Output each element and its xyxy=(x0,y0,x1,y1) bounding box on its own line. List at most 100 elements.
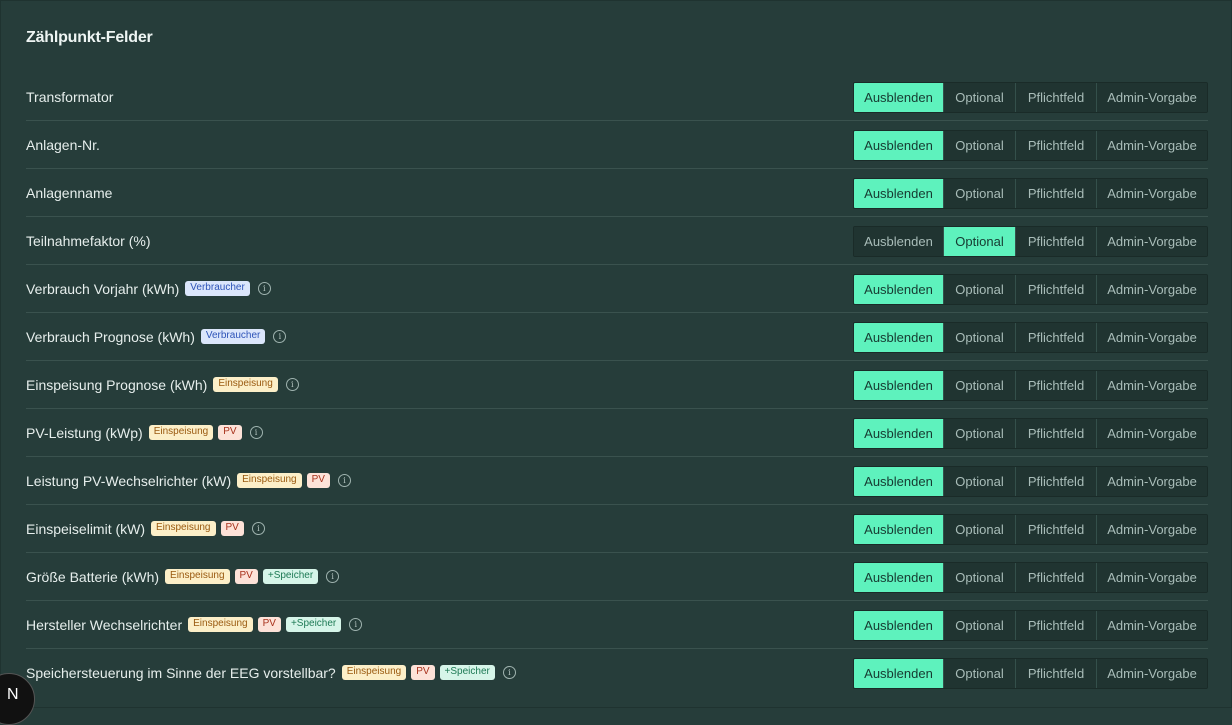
field-label-text: Teilnahmefaktor (%) xyxy=(26,232,151,249)
option-pflichtfeld[interactable]: Pflichtfeld xyxy=(1015,419,1096,448)
option-admin-vorgabe[interactable]: Admin-Vorgabe xyxy=(1096,323,1207,352)
option-ausblenden[interactable]: Ausblenden xyxy=(854,227,943,256)
option-pflichtfeld[interactable]: Pflichtfeld xyxy=(1015,467,1096,496)
info-icon[interactable]: i xyxy=(349,618,363,631)
option-optional[interactable]: Optional xyxy=(943,371,1015,400)
option-ausblenden[interactable]: Ausblenden xyxy=(854,131,943,160)
option-ausblenden[interactable]: Ausblenden xyxy=(854,467,943,496)
option-optional[interactable]: Optional xyxy=(943,611,1015,640)
info-icon[interactable]: i xyxy=(285,378,299,391)
option-ausblenden[interactable]: Ausblenden xyxy=(854,275,943,304)
field-label: Leistung PV-Wechselrichter (kW) Einspeis… xyxy=(26,473,351,489)
option-optional[interactable]: Optional xyxy=(943,659,1015,688)
field-label: Transformator xyxy=(26,89,119,105)
field-label-text: Einspeiselimit (kW) xyxy=(26,520,146,537)
visibility-segmented-control: Ausblenden Optional Pflichtfeld Admin-Vo… xyxy=(853,418,1208,449)
field-row: PV-Leistung (kWp) Einspeisung PV i Ausbl… xyxy=(26,409,1208,457)
field-row: Einspeiselimit (kW) Einspeisung PV i Aus… xyxy=(26,505,1208,553)
option-admin-vorgabe[interactable]: Admin-Vorgabe xyxy=(1096,371,1207,400)
field-label: Verbrauch Prognose (kWh) Verbraucher i xyxy=(26,328,287,345)
badge-einspeisung: Einspeisung xyxy=(237,473,302,488)
option-pflichtfeld[interactable]: Pflichtfeld xyxy=(1015,227,1096,256)
option-pflichtfeld[interactable]: Pflichtfeld xyxy=(1015,275,1096,304)
option-pflichtfeld[interactable]: Pflichtfeld xyxy=(1015,83,1096,112)
option-admin-vorgabe[interactable]: Admin-Vorgabe xyxy=(1096,419,1207,448)
option-optional[interactable]: Optional xyxy=(943,563,1015,592)
option-admin-vorgabe[interactable]: Admin-Vorgabe xyxy=(1096,659,1207,688)
option-optional[interactable]: Optional xyxy=(943,467,1015,496)
option-optional[interactable]: Optional xyxy=(943,275,1015,304)
info-icon[interactable]: i xyxy=(257,282,271,295)
badge-speicher: +Speicher xyxy=(285,617,342,632)
field-label-text: Verbrauch Prognose (kWh) xyxy=(26,328,195,345)
field-list: Transformator Ausblenden Optional Pflich… xyxy=(26,73,1208,696)
field-label-text: Speichersteuerung im Sinne der EEG vorst… xyxy=(26,664,336,681)
option-pflichtfeld[interactable]: Pflichtfeld xyxy=(1015,371,1096,400)
info-icon[interactable]: i xyxy=(273,330,287,343)
badge-einspeisung: Einspeisung xyxy=(188,617,253,632)
option-ausblenden[interactable]: Ausblenden xyxy=(854,419,943,448)
badge-pv: PV xyxy=(218,425,242,440)
option-admin-vorgabe[interactable]: Admin-Vorgabe xyxy=(1096,275,1207,304)
option-optional[interactable]: Optional xyxy=(943,179,1015,208)
field-label: PV-Leistung (kWp) Einspeisung PV i xyxy=(26,425,263,441)
option-pflichtfeld[interactable]: Pflichtfeld xyxy=(1015,659,1096,688)
option-pflichtfeld[interactable]: Pflichtfeld xyxy=(1015,515,1096,544)
option-admin-vorgabe[interactable]: Admin-Vorgabe xyxy=(1096,179,1207,208)
field-row: Einspeisung Prognose (kWh) Einspeisung i… xyxy=(26,361,1208,409)
visibility-segmented-control: Ausblenden Optional Pflichtfeld Admin-Vo… xyxy=(853,610,1208,641)
field-label: Anlagen-Nr. xyxy=(26,137,106,153)
info-icon[interactable]: i xyxy=(326,570,340,583)
visibility-segmented-control: Ausblenden Optional Pflichtfeld Admin-Vo… xyxy=(853,82,1208,113)
option-ausblenden[interactable]: Ausblenden xyxy=(854,323,943,352)
badge-pv: PV xyxy=(234,569,258,584)
option-optional[interactable]: Optional xyxy=(943,323,1015,352)
field-row: Leistung PV-Wechselrichter (kW) Einspeis… xyxy=(26,457,1208,505)
field-label-text: Einspeisung Prognose (kWh) xyxy=(26,376,208,393)
badge-verbraucher: Verbraucher xyxy=(185,281,250,296)
option-optional[interactable]: Optional xyxy=(943,419,1015,448)
badge-speicher: +Speicher xyxy=(439,665,495,680)
visibility-segmented-control: Ausblenden Optional Pflichtfeld Admin-Vo… xyxy=(853,274,1208,305)
option-ausblenden[interactable]: Ausblenden xyxy=(854,83,943,112)
option-ausblenden[interactable]: Ausblenden xyxy=(854,611,943,640)
option-optional[interactable]: Optional xyxy=(943,227,1015,256)
option-ausblenden[interactable]: Ausblenden xyxy=(854,515,943,544)
info-icon[interactable]: i xyxy=(251,522,265,535)
option-ausblenden[interactable]: Ausblenden xyxy=(854,563,943,592)
option-admin-vorgabe[interactable]: Admin-Vorgabe xyxy=(1096,611,1207,640)
option-pflichtfeld[interactable]: Pflichtfeld xyxy=(1015,611,1096,640)
option-pflichtfeld[interactable]: Pflichtfeld xyxy=(1015,563,1096,592)
option-pflichtfeld[interactable]: Pflichtfeld xyxy=(1015,131,1096,160)
option-optional[interactable]: Optional xyxy=(943,131,1015,160)
option-admin-vorgabe[interactable]: Admin-Vorgabe xyxy=(1096,83,1207,112)
badge-einspeisung: Einspeisung xyxy=(341,665,407,680)
field-label: Teilnahmefaktor (%) xyxy=(26,233,157,249)
option-ausblenden[interactable]: Ausblenden xyxy=(854,179,943,208)
option-admin-vorgabe[interactable]: Admin-Vorgabe xyxy=(1096,515,1207,544)
option-optional[interactable]: Optional xyxy=(943,83,1015,112)
option-admin-vorgabe[interactable]: Admin-Vorgabe xyxy=(1096,131,1207,160)
info-icon[interactable]: i xyxy=(337,474,351,487)
option-admin-vorgabe[interactable]: Admin-Vorgabe xyxy=(1096,227,1207,256)
option-pflichtfeld[interactable]: Pflichtfeld xyxy=(1015,323,1096,352)
option-pflichtfeld[interactable]: Pflichtfeld xyxy=(1015,179,1096,208)
option-admin-vorgabe[interactable]: Admin-Vorgabe xyxy=(1096,563,1207,592)
field-row: Transformator Ausblenden Optional Pflich… xyxy=(26,73,1208,121)
field-label: Verbrauch Vorjahr (kWh) Verbraucher i xyxy=(26,281,271,297)
option-admin-vorgabe[interactable]: Admin-Vorgabe xyxy=(1096,467,1207,496)
badge-einspeisung: Einspeisung xyxy=(151,521,216,536)
visibility-segmented-control: Ausblenden Optional Pflichtfeld Admin-Vo… xyxy=(853,562,1208,593)
field-row: Verbrauch Prognose (kWh) Verbraucher i A… xyxy=(26,313,1208,361)
field-label-text: Hersteller Wechselrichter xyxy=(26,616,183,633)
field-label-text: PV-Leistung (kWp) xyxy=(26,424,143,441)
option-optional[interactable]: Optional xyxy=(943,515,1015,544)
info-icon[interactable]: i xyxy=(502,666,516,679)
badge-pv: PV xyxy=(257,617,281,632)
field-label-text: Größe Batterie (kWh) xyxy=(26,568,160,585)
option-ausblenden[interactable]: Ausblenden xyxy=(854,371,943,400)
option-ausblenden[interactable]: Ausblenden xyxy=(854,659,943,688)
field-label: Einspeisung Prognose (kWh) Einspeisung i xyxy=(26,377,299,393)
field-label-text: Anlagen-Nr. xyxy=(26,136,100,153)
info-icon[interactable]: i xyxy=(249,426,263,439)
